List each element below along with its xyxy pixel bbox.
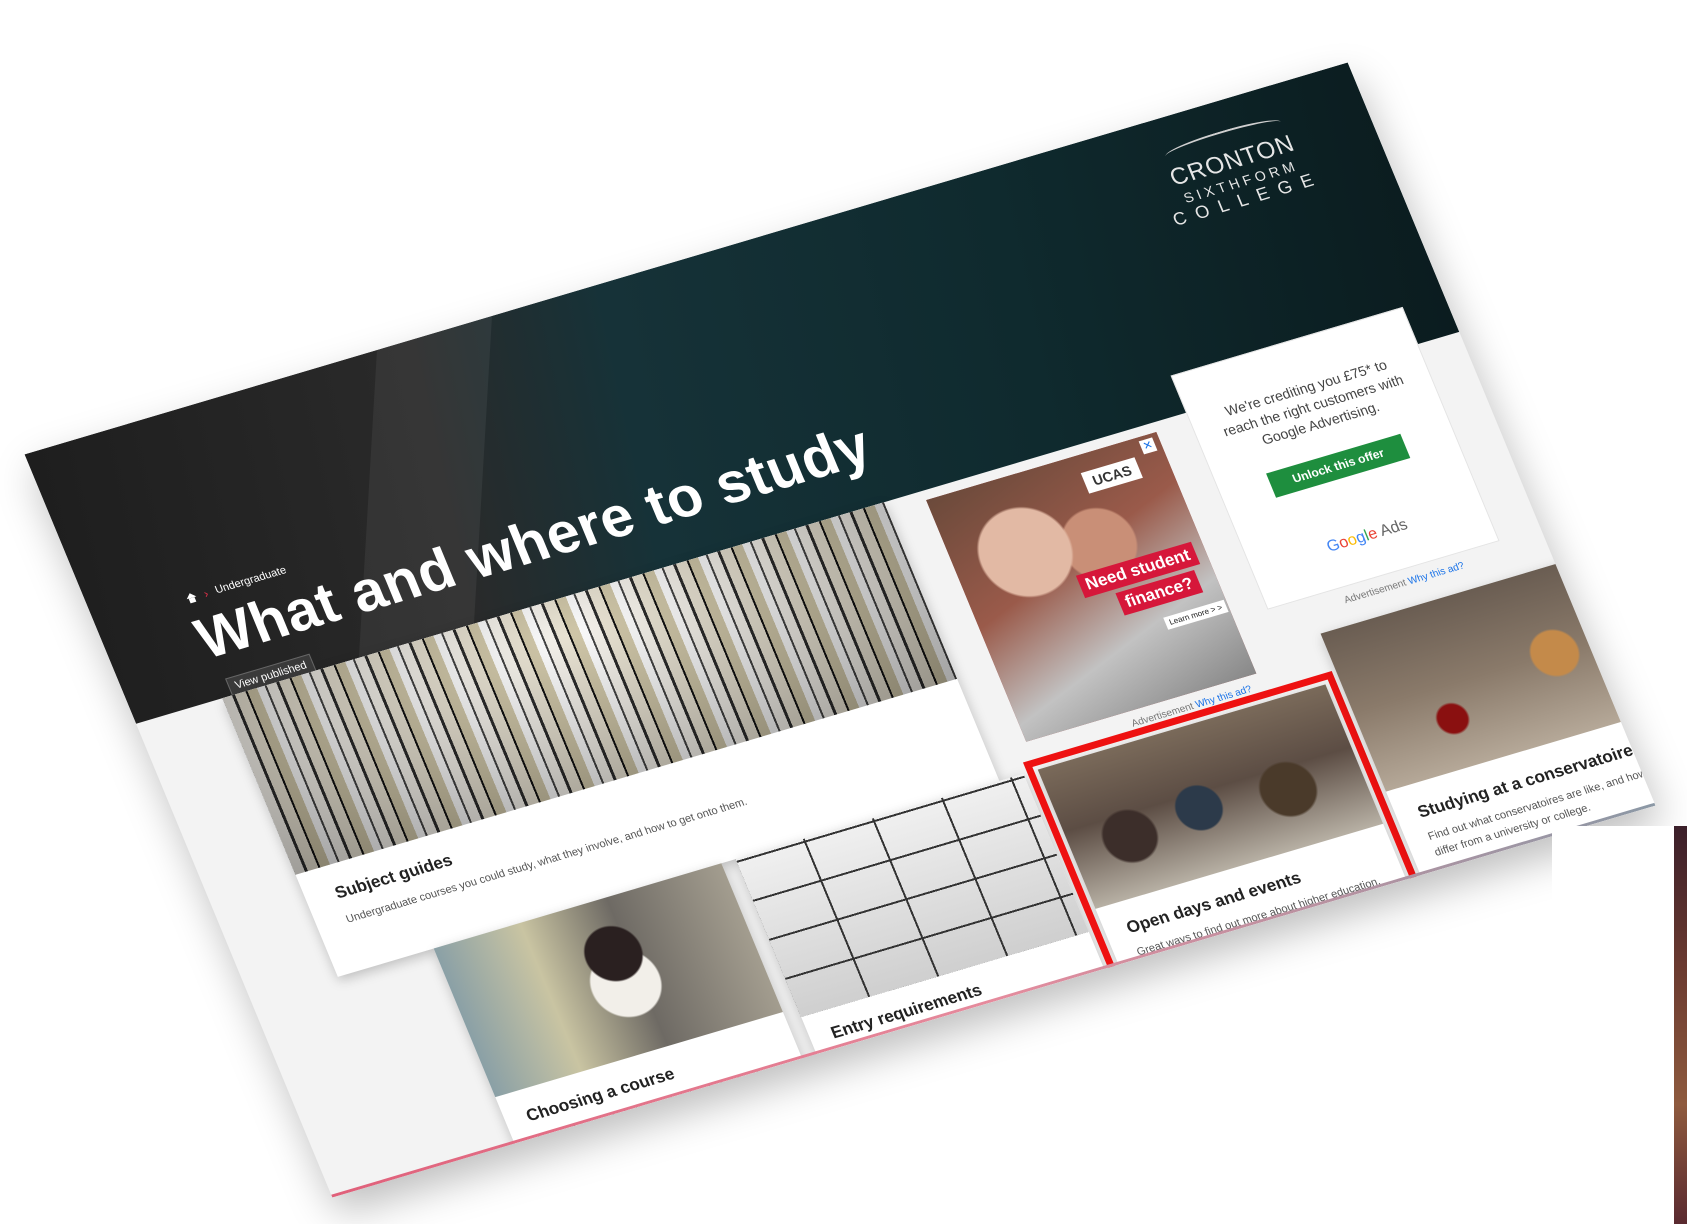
- logo-ads-text: Ads: [1377, 516, 1411, 540]
- chevron-right-icon: ›: [201, 586, 211, 601]
- adjacent-image-edge: [1552, 826, 1687, 1224]
- ad-ucas-student-finance[interactable]: ✕ UCAS Need student finance? Learn more …: [926, 432, 1257, 742]
- webpage-screenshot: CRONTON SIXTHFORM COLLEGE › Undergraduat…: [24, 62, 1656, 1198]
- home-icon[interactable]: [185, 592, 198, 604]
- unlock-offer-button[interactable]: Unlock this offer: [1266, 433, 1411, 498]
- college-logo[interactable]: CRONTON SIXTHFORM COLLEGE: [1139, 107, 1334, 232]
